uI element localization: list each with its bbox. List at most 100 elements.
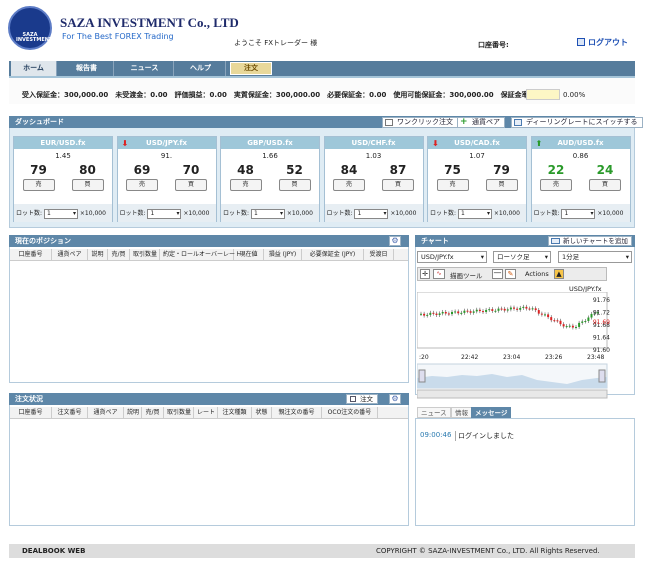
card-header: ⬆ AUD/USD.fx bbox=[531, 137, 630, 149]
column-header[interactable]: OCO注文の番号 bbox=[322, 407, 378, 418]
lot-label: ロット数: bbox=[119, 210, 146, 217]
candle bbox=[544, 314, 546, 316]
y-tick-label: 91.72 bbox=[593, 310, 610, 317]
column-header[interactable]: 現在値 bbox=[234, 249, 264, 260]
sell-button[interactable]: 売 bbox=[126, 179, 158, 191]
column-header[interactable]: 説明 bbox=[88, 249, 108, 260]
column-header[interactable]: 受渡日 bbox=[364, 249, 394, 260]
lot-select[interactable]: 1 bbox=[561, 208, 596, 219]
column-header[interactable]: 注文番号 bbox=[52, 407, 88, 418]
column-header[interactable]: 状態 bbox=[252, 407, 272, 418]
y-tick-label: 91.60 bbox=[593, 347, 610, 354]
navigator-handle-right[interactable] bbox=[598, 369, 606, 383]
card-header: USD/CHF.fx bbox=[324, 137, 423, 149]
candle bbox=[488, 309, 491, 311]
tab-home[interactable]: ホーム bbox=[11, 61, 57, 76]
buy-button[interactable]: 買 bbox=[382, 179, 414, 191]
buy-button[interactable]: 買 bbox=[485, 179, 518, 191]
lot-row: ロット数: 1 ×10,000 bbox=[14, 204, 112, 222]
plus-icon: + bbox=[460, 117, 468, 127]
column-header[interactable]: 説明 bbox=[124, 407, 142, 418]
lot-select[interactable]: 1 bbox=[147, 208, 182, 219]
candle bbox=[578, 322, 581, 327]
one-click-order-toggle[interactable]: ワンクリック注文 bbox=[382, 117, 458, 128]
navigator-handle-left[interactable] bbox=[418, 369, 426, 383]
chart-pair-select[interactable]: USD/JPY.fx bbox=[417, 251, 487, 263]
column-header[interactable]: 損益 (JPY) bbox=[264, 249, 302, 260]
tab-news-feed[interactable]: ニュース bbox=[417, 407, 451, 418]
lot-label: ロット数: bbox=[223, 210, 250, 217]
column-header[interactable]: 口座番号 bbox=[10, 249, 52, 260]
rate-prefix: 1.66 bbox=[262, 152, 278, 160]
lot-label: ロット数: bbox=[326, 210, 353, 217]
column-header[interactable]: 注文種類 bbox=[218, 407, 252, 418]
lot-select[interactable]: 1 bbox=[43, 208, 78, 219]
line-chart-icon[interactable]: ∿ bbox=[433, 269, 445, 279]
ask-price: 52 bbox=[286, 163, 303, 177]
column-header[interactable]: 売/買 bbox=[108, 249, 130, 260]
settings-icon[interactable]: ⚙ bbox=[389, 394, 401, 404]
lot-unit: ×10,000 bbox=[79, 210, 106, 217]
currency-card: USD/CHF.fx 1.03 84 87 売 買 ロット数: 1 ×10,000 bbox=[323, 136, 424, 222]
sell-button[interactable]: 売 bbox=[540, 179, 572, 191]
switch-rate-button[interactable]: ディーリングレートにスイッチする bbox=[511, 117, 643, 128]
column-header[interactable]: 約定・ロールオーバーレート bbox=[160, 249, 241, 260]
candle bbox=[463, 310, 466, 313]
price-chart[interactable]: 91.7691.7291.6891.6491.6091.69 :20 22:42 2… bbox=[417, 292, 611, 400]
draw-tools-label[interactable]: 描画ツール bbox=[450, 270, 483, 280]
pair-name: AUD/USD.fx bbox=[557, 139, 604, 147]
x-tick-label: 23:26 bbox=[545, 354, 562, 361]
candle bbox=[519, 307, 522, 310]
column-header[interactable]: 通貨ペア bbox=[52, 249, 88, 260]
alert-icon[interactable]: ▲ bbox=[554, 269, 564, 279]
line-tool-icon[interactable]: — bbox=[492, 269, 503, 279]
sell-button[interactable]: 売 bbox=[22, 179, 55, 191]
buy-button[interactable]: 買 bbox=[278, 179, 311, 191]
tab-reports[interactable]: 報告書 bbox=[60, 61, 114, 76]
tab-info[interactable]: 情報 bbox=[451, 407, 472, 418]
tab-order[interactable]: 注文 bbox=[230, 62, 272, 75]
tab-messages[interactable]: メッセージ bbox=[471, 407, 512, 418]
positions-columns: 口座番号 通貨ペア 説明 売/買 取引数量 約定・ロールオーバーレート現在値 損益 (JPY… bbox=[10, 249, 408, 261]
tab-help[interactable]: ヘルプ bbox=[176, 61, 226, 76]
new-chart-button[interactable]: 新しいチャートを追加 bbox=[548, 236, 632, 246]
chart-type-select[interactable]: ローソク足 bbox=[493, 251, 551, 263]
column-header[interactable]: 取引数量 bbox=[164, 407, 194, 418]
pen-tool-icon[interactable]: ✎ bbox=[505, 269, 516, 279]
y-tick-label: 91.76 bbox=[593, 297, 610, 304]
lot-unit: ×10,000 bbox=[597, 210, 624, 217]
column-header[interactable]: 必要保証金 (JPY) bbox=[302, 249, 364, 260]
column-header[interactable]: レート bbox=[194, 407, 218, 418]
logout-link[interactable]: ログアウト bbox=[588, 37, 628, 48]
candle bbox=[562, 324, 565, 327]
column-header[interactable]: 口座番号 bbox=[10, 407, 52, 418]
footer-product: DEALBOOK WEB bbox=[22, 547, 86, 555]
lot-select[interactable]: 1 bbox=[457, 208, 492, 219]
card-header: EUR/USD.fx bbox=[14, 137, 112, 149]
sell-button[interactable]: 売 bbox=[436, 179, 469, 191]
crosshair-icon[interactable]: ✛ bbox=[420, 269, 430, 279]
new-chart-label: 新しいチャートを追加 bbox=[563, 237, 628, 245]
column-header[interactable]: 売/買 bbox=[142, 407, 164, 418]
chart-interval-select[interactable]: 1分足 bbox=[558, 251, 632, 263]
column-header[interactable]: 通貨ペア bbox=[88, 407, 124, 418]
sell-button[interactable]: 売 bbox=[333, 179, 365, 191]
column-header[interactable]: 親注文の番号 bbox=[272, 407, 322, 418]
lot-select[interactable]: 1 bbox=[354, 208, 389, 219]
arrow-up-icon: ⬆ bbox=[535, 139, 543, 148]
column-header[interactable]: 取引数量 bbox=[130, 249, 160, 260]
add-pair-button[interactable]: + 通貨ペア bbox=[457, 117, 505, 128]
chart-actions-label[interactable]: Actions bbox=[525, 270, 549, 278]
candle bbox=[550, 317, 553, 321]
chart-scrollbar[interactable] bbox=[417, 389, 608, 399]
candle bbox=[482, 311, 484, 313]
buy-button[interactable]: 買 bbox=[71, 179, 104, 191]
lot-select[interactable]: 1 bbox=[250, 208, 285, 219]
buy-button[interactable]: 買 bbox=[589, 179, 621, 191]
candle bbox=[420, 313, 422, 315]
logout-icon[interactable] bbox=[577, 38, 585, 46]
tab-news[interactable]: ニュース bbox=[116, 61, 174, 76]
settings-icon[interactable]: ⚙ bbox=[389, 236, 401, 246]
buy-button[interactable]: 買 bbox=[175, 179, 207, 191]
sell-button[interactable]: 売 bbox=[229, 179, 262, 191]
